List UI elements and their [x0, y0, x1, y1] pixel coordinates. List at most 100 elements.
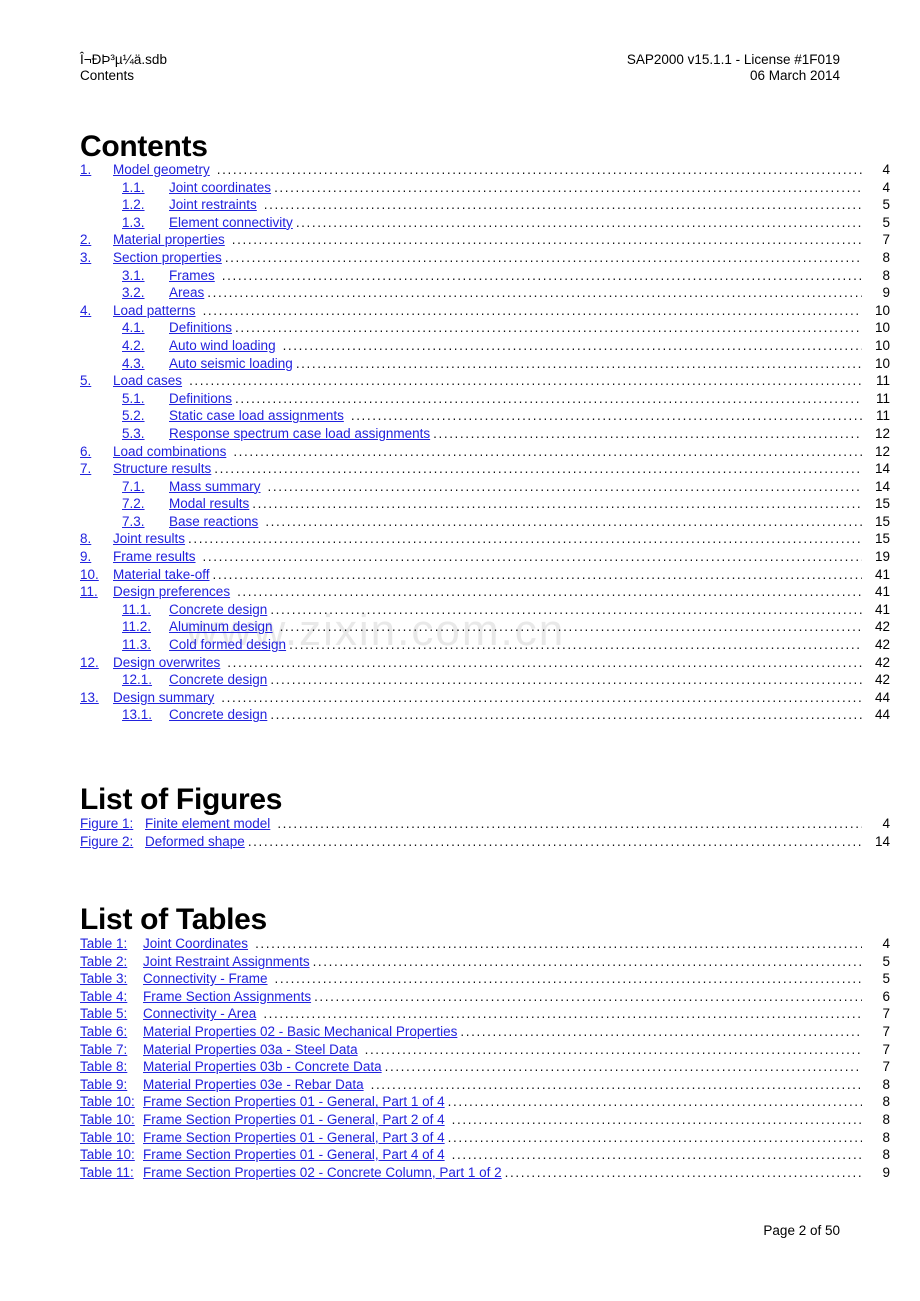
toc-entry-link[interactable]: 2. Material properties	[80, 231, 225, 249]
toc-entry-link[interactable]: 5. Load cases	[80, 372, 182, 390]
toc-entry: 5. Load cases 11	[80, 372, 890, 390]
toc-entry-label: Modal results	[169, 496, 250, 512]
toc-entry: Table 6: Material Properties 02 - Basic M…	[80, 1023, 890, 1041]
toc-entry-link[interactable]: 1.1. Joint coordinates	[122, 179, 271, 197]
toc-entry-link[interactable]: 7.1. Mass summary	[122, 478, 261, 496]
toc-entry-link[interactable]: 11. Design preferences	[80, 583, 230, 601]
toc-entry-link[interactable]: Table 9: Material Properties 03e - Rebar …	[80, 1076, 364, 1094]
toc-entry-link[interactable]: 3.2. Areas	[122, 284, 204, 302]
toc-entry: 3.1. Frames 8	[80, 267, 890, 285]
toc-entry: 7.2. Modal results 15	[80, 495, 890, 513]
toc-leader-dots	[283, 339, 862, 353]
toc-entry-label: Frame Section Properties 01 - General, P…	[143, 1147, 445, 1163]
toc-entry-label: Auto wind loading	[169, 337, 276, 353]
toc-entry-page-number: 9	[882, 1164, 890, 1180]
toc-entry-label: Concrete design	[169, 601, 268, 617]
toc-entry: 13.1. Concrete design 44	[80, 706, 890, 724]
toc-entry-link[interactable]: 11.2. Aluminum design	[122, 618, 273, 636]
toc-entry-link[interactable]: 4.2. Auto wind loading	[122, 337, 276, 355]
toc-entry-link[interactable]: 13. Design summary	[80, 689, 214, 707]
toc-entry-link[interactable]: Figure 1: Finite element model	[80, 815, 270, 833]
toc-entry-link[interactable]: 1. Model geometry	[80, 161, 210, 179]
toc-entry-link[interactable]: 5.2. Static case load assignments	[122, 407, 344, 425]
toc-entry: Table 2: Joint Restraint Assignments 5	[80, 953, 890, 971]
toc-entry: 5.1. Definitions 11	[80, 390, 890, 408]
toc-entry-link[interactable]: Table 1: Joint Coordinates	[80, 935, 248, 953]
toc-entry-number: 5.3.	[122, 425, 145, 441]
toc-entry: 12. Design overwrites 42	[80, 654, 890, 672]
toc-entry-label: Frame Section Properties 01 - General, P…	[143, 1094, 445, 1110]
toc-entry-page-number: 6	[882, 988, 890, 1004]
toc-leader-dots	[235, 321, 862, 335]
toc-entry-link[interactable]: Table 2: Joint Restraint Assignments	[80, 953, 310, 971]
toc-entry-link[interactable]: Table 10: Frame Section Properties 01 - G…	[80, 1129, 445, 1147]
toc-entry: Table 5: Connectivity - Area 7	[80, 1005, 890, 1023]
toc-entry-number: 3.1.	[122, 267, 145, 283]
toc-entry-link[interactable]: 4.1. Definitions	[122, 319, 232, 337]
toc-entry: 11. Design preferences 41	[80, 583, 890, 601]
toc-entry-link[interactable]: 11.1. Concrete design	[122, 601, 267, 619]
toc-entry-link[interactable]: 7.2. Modal results	[122, 495, 249, 513]
toc-entry-link[interactable]: Table 8: Material Properties 03b - Concre…	[80, 1058, 382, 1076]
toc-leader-dots	[203, 304, 862, 318]
toc-entry-link[interactable]: 8. Joint results	[80, 530, 185, 548]
toc-entry-link[interactable]: Table 6: Material Properties 02 - Basic M…	[80, 1023, 457, 1041]
toc-entry-link[interactable]: Table 3: Connectivity - Frame	[80, 970, 268, 988]
toc-entry-link[interactable]: 6. Load combinations	[80, 443, 226, 461]
toc-entry-number: 7.	[80, 461, 92, 477]
footer-page-number: Page 2 of 50	[763, 1223, 840, 1238]
toc-entry: Table 11: Frame Section Properties 02 - C…	[80, 1164, 890, 1182]
list-of-tables-list: Table 1: Joint Coordinates 4 Table 2: Joint …	[80, 935, 890, 1181]
toc-entry-link[interactable]: Table 11: Frame Section Properties 02 - C…	[80, 1164, 502, 1182]
toc-entry: 4.3. Auto seismic loading 10	[80, 355, 890, 373]
toc-entry-label: Frame Section Properties 02 - Concrete C…	[143, 1164, 502, 1180]
toc-entry-link[interactable]: 5.3. Response spectrum case load assignme…	[122, 425, 430, 443]
toc-entry-number: 11.3.	[122, 637, 152, 653]
toc-entry: 3. Section properties 8	[80, 249, 890, 267]
toc-entry: 7.3. Base reactions 15	[80, 513, 890, 531]
toc-entry-link[interactable]: 12. Design overwrites	[80, 654, 220, 672]
toc-entry-link[interactable]: 11.3. Cold formed design	[122, 636, 286, 654]
toc-entry-label: Material Properties 03e - Rebar Data	[143, 1076, 364, 1092]
toc-entry-link[interactable]: Figure 2: Deformed shape	[80, 833, 245, 851]
toc-entry-link[interactable]: Table 10: Frame Section Properties 01 - G…	[80, 1146, 445, 1164]
toc-entry-page-number: 41	[874, 566, 890, 582]
toc-entry-number: Table 10:	[80, 1147, 135, 1163]
toc-entry: 13. Design summary 44	[80, 689, 890, 707]
toc-entry-link[interactable]: 3. Section properties	[80, 249, 222, 267]
toc-entry-page-number: 8	[882, 1147, 890, 1163]
toc-leader-dots	[227, 656, 862, 670]
toc-entry-link[interactable]: 4.3. Auto seismic loading	[122, 355, 293, 373]
toc-entry-link[interactable]: 1.3. Element connectivity	[122, 214, 293, 232]
toc-entry-link[interactable]: 7. Structure results	[80, 460, 211, 478]
document-page: www.zixin.com.cn Î¬ÐÞ³µ¼ä.sdb Contents S…	[0, 0, 920, 1301]
toc-entry-page-number: 14	[874, 478, 890, 494]
toc-entry-page-number: 42	[874, 619, 890, 635]
toc-entry-link[interactable]: Table 7: Material Properties 03a - Steel …	[80, 1041, 358, 1059]
toc-entry-link[interactable]: Table 4: Frame Section Assignments	[80, 988, 311, 1006]
toc-entry: 11.3. Cold formed design 42	[80, 636, 890, 654]
toc-entry-link[interactable]: 4. Load patterns	[80, 302, 196, 320]
toc-entry-link[interactable]: 5.1. Definitions	[122, 390, 232, 408]
toc-entry-page-number: 14	[874, 833, 890, 849]
toc-leader-dots	[214, 462, 862, 476]
toc-entry-page-number: 19	[874, 549, 890, 565]
toc-entry-link[interactable]: 10. Material take-off	[80, 566, 210, 584]
toc-entry-link[interactable]: 9. Frame results	[80, 548, 196, 566]
toc-entry-link[interactable]: 13.1. Concrete design	[122, 706, 267, 724]
toc-leader-dots	[221, 691, 862, 705]
toc-entry-link[interactable]: 3.1. Frames	[122, 267, 215, 285]
toc-entry-label: Joint Restraint Assignments	[143, 953, 310, 969]
toc-leader-dots	[213, 568, 862, 582]
toc-entry-link[interactable]: 7.3. Base reactions	[122, 513, 258, 531]
toc-entry-link[interactable]: Table 5: Connectivity - Area	[80, 1005, 256, 1023]
toc-entry-label: Frame results	[113, 549, 196, 565]
toc-leader-dots	[264, 198, 862, 212]
toc-entry-number: Table 8:	[80, 1059, 128, 1075]
toc-entry-link[interactable]: 1.2. Joint restraints	[122, 196, 257, 214]
toc-entry-link[interactable]: Table 10: Frame Section Properties 01 - G…	[80, 1111, 445, 1129]
toc-leader-dots	[280, 620, 862, 634]
toc-entry-link[interactable]: 12.1. Concrete design	[122, 671, 267, 689]
toc-entry-link[interactable]: Table 10: Frame Section Properties 01 - G…	[80, 1093, 445, 1111]
toc-entry-page-number: 41	[874, 584, 890, 600]
